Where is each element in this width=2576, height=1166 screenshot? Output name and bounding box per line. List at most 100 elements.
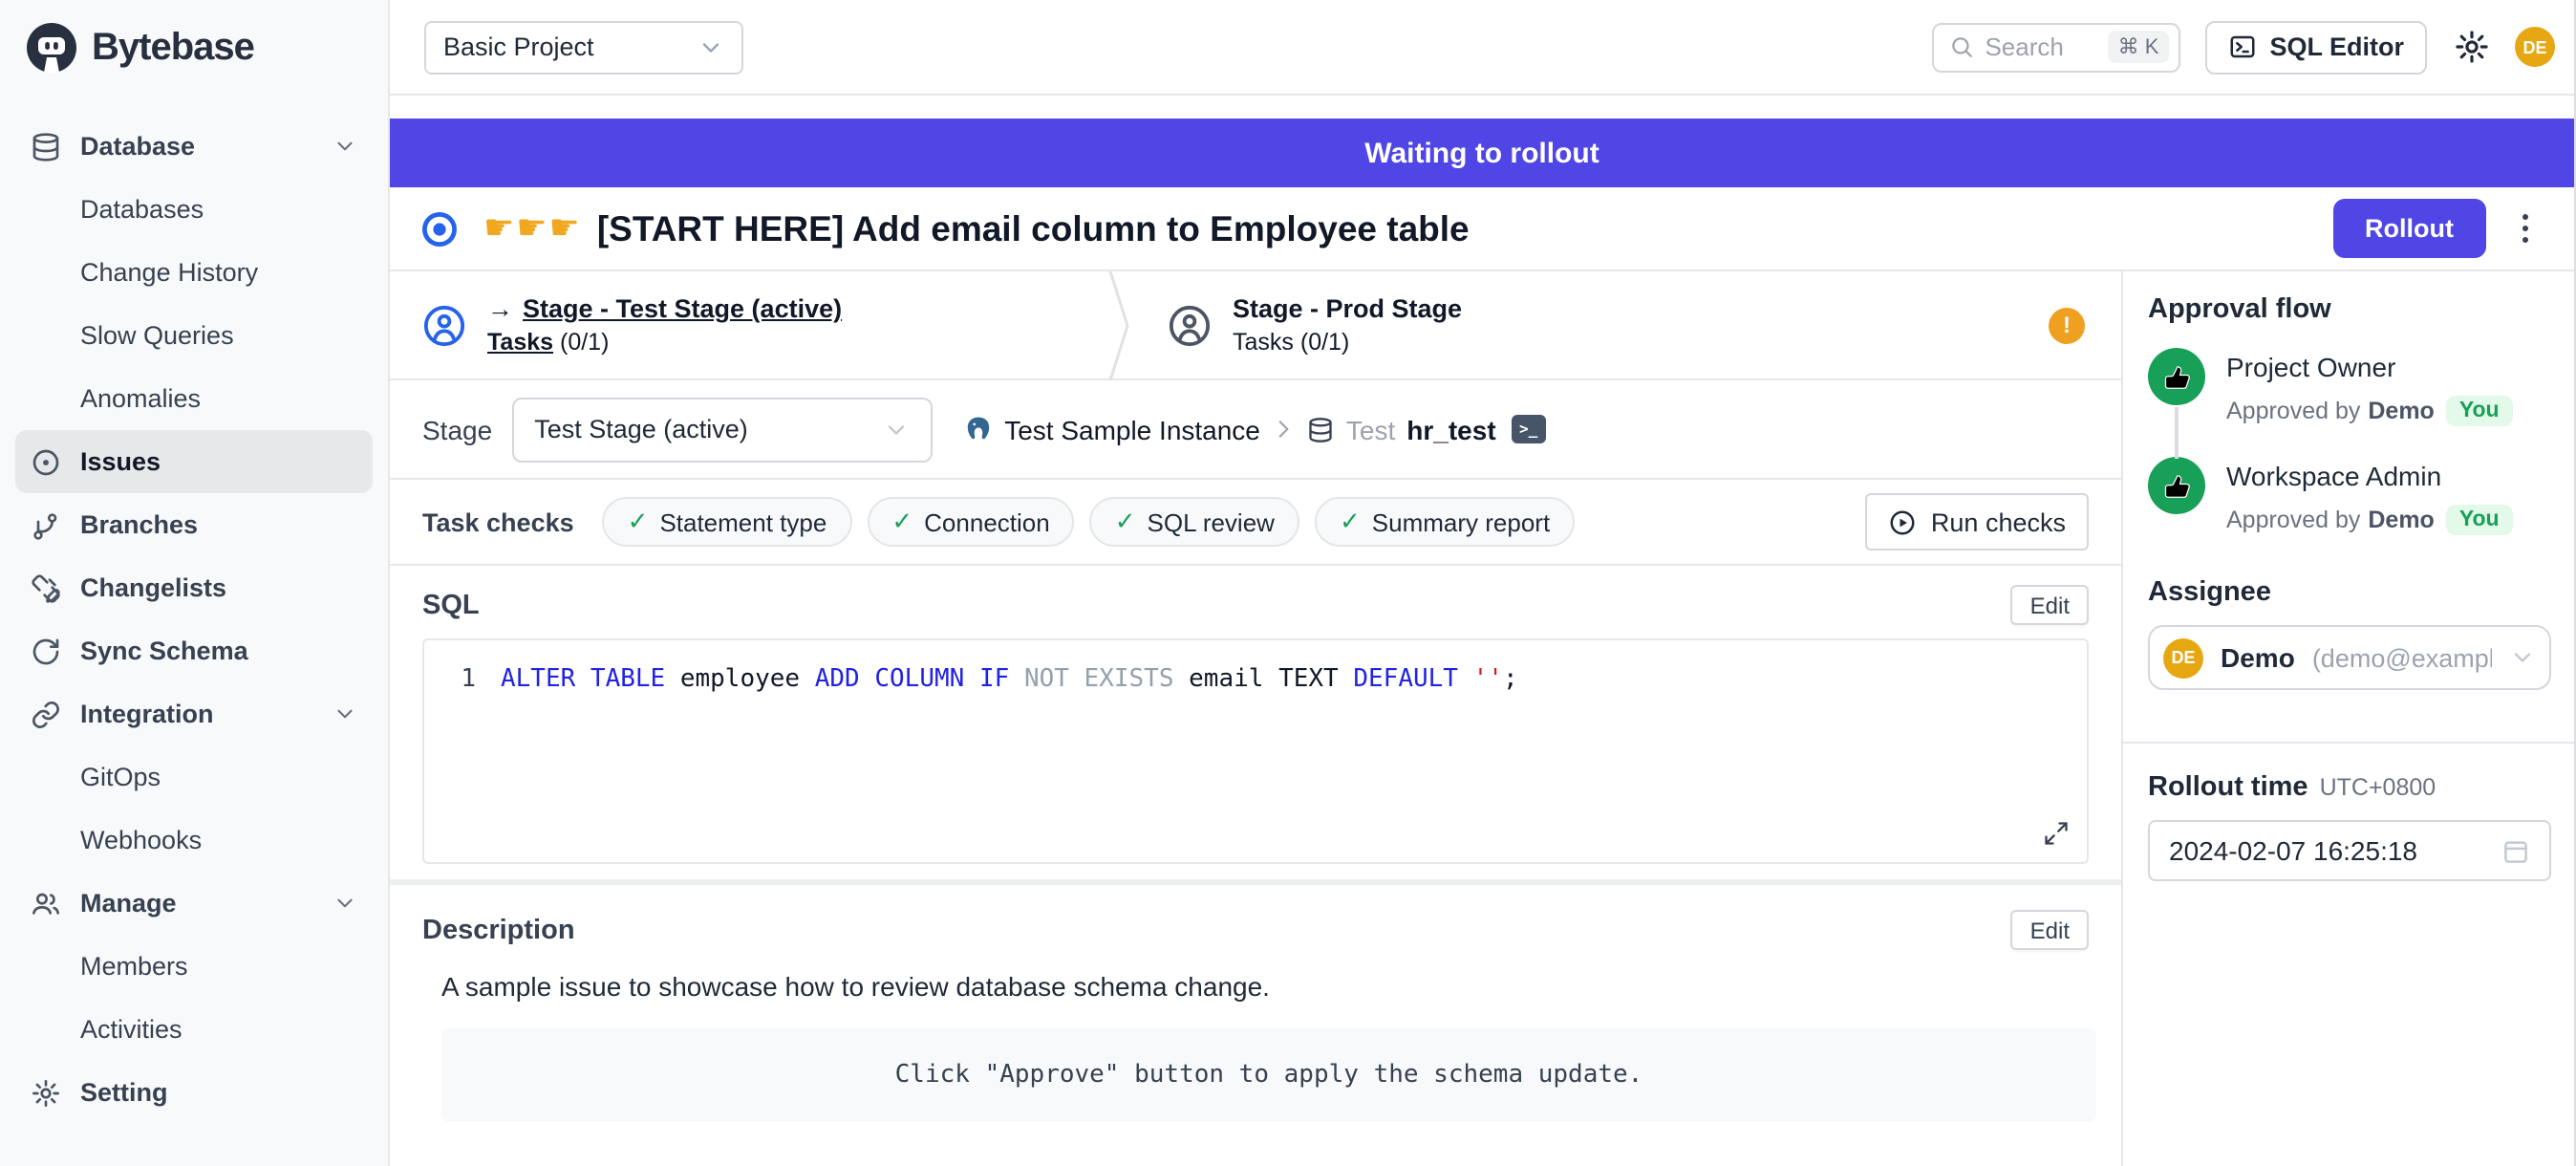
- stage-card-prod[interactable]: Stage - Prod Stage Tasks (0/1) !: [1122, 271, 2121, 378]
- you-badge: You: [2446, 396, 2513, 426]
- kebab-menu-icon[interactable]: [2517, 208, 2534, 248]
- bytebase-logo-icon: [25, 21, 78, 75]
- thumbs-up-icon: [2148, 348, 2205, 405]
- assignee-name: Demo: [2221, 642, 2295, 673]
- stage-select-value: Test Stage (active): [534, 415, 882, 443]
- approval-step-texts: Workspace Admin Approved by Demo You: [2226, 457, 2513, 535]
- issue-title: [START HERE] Add email column to Employe…: [597, 207, 1470, 249]
- play-circle-icon: [1889, 507, 1918, 536]
- sidebar-label: Activities: [80, 1015, 182, 1044]
- check-pill-connection[interactable]: ✓ Connection: [867, 497, 1074, 547]
- settings-gear-icon[interactable]: [2454, 29, 2490, 65]
- sidebar-label: Databases: [80, 195, 204, 224]
- chevron-right-icon: [1272, 417, 1297, 442]
- rollout-button[interactable]: Rollout: [2332, 199, 2486, 258]
- issues-icon: [31, 446, 61, 477]
- sidebar-item-sync-schema[interactable]: Sync Schema: [15, 619, 373, 682]
- description-edit-button[interactable]: Edit: [2011, 910, 2089, 950]
- sidebar-item-change-history[interactable]: Change History: [15, 241, 373, 304]
- sidebar-item-webhooks[interactable]: Webhooks: [15, 809, 373, 872]
- description-text: A sample issue to showcase how to review…: [441, 971, 2089, 1002]
- sidebar-label: Webhooks: [80, 826, 202, 854]
- rollout-time-input[interactable]: 2024-02-07 16:25:18: [2148, 820, 2551, 881]
- description-heading: Description: [422, 915, 575, 945]
- you-badge: You: [2446, 505, 2513, 535]
- sidebar-label: Database: [80, 132, 195, 161]
- sidebar-label: Slow Queries: [80, 321, 234, 350]
- status-banner-text: Waiting to rollout: [1364, 137, 1599, 169]
- instance-name[interactable]: Test Sample Instance: [1004, 414, 1260, 444]
- sidebar-item-setting[interactable]: Setting: [15, 1061, 373, 1124]
- sidebar-item-manage[interactable]: Manage: [15, 872, 373, 935]
- stage-tasks-link[interactable]: Tasks (0/1): [487, 329, 842, 356]
- run-checks-button[interactable]: Run checks: [1866, 493, 2089, 551]
- sidebar-item-issues[interactable]: Issues: [15, 430, 373, 493]
- link-icon: [31, 699, 61, 729]
- active-stage-arrow: →: [487, 294, 513, 323]
- database-icon: [31, 131, 61, 162]
- database-breadcrumb: Test Sample Instance Test hr_test >_: [962, 414, 1545, 444]
- sidebar-item-databases[interactable]: Databases: [15, 178, 373, 241]
- user-avatar[interactable]: DE: [2515, 27, 2555, 67]
- approval-flow-heading: Approval flow: [2148, 294, 2551, 325]
- rollout-time-value: 2024-02-07 16:25:18: [2169, 835, 2501, 866]
- sidebar-item-changelists[interactable]: Changelists: [15, 556, 373, 619]
- stage-select-dropdown[interactable]: Test Stage (active): [511, 397, 932, 462]
- check-pill-sql-review[interactable]: ✓ SQL review: [1090, 497, 1299, 547]
- git-branch-icon: [31, 509, 61, 540]
- rollout-timezone: UTC+0800: [2320, 774, 2436, 801]
- task-checks-label: Task checks: [422, 507, 574, 536]
- sidebar-item-slow-queries[interactable]: Slow Queries: [15, 304, 373, 367]
- chevron-down-icon: [333, 891, 357, 916]
- sidebar-item-anomalies[interactable]: Anomalies: [15, 367, 373, 430]
- chevron-down-icon: [698, 33, 724, 60]
- assignee-select[interactable]: DE Demo (demo@example: [2148, 625, 2551, 690]
- sidebar-item-integration[interactable]: Integration: [15, 682, 373, 745]
- sql-code-block[interactable]: 1 ALTER TABLE employee ADD COLUMN IF NOT…: [422, 638, 2089, 864]
- expand-icon[interactable]: [2043, 820, 2070, 847]
- approval-status: Approved by Demo You: [2226, 505, 2513, 535]
- sidebar: Bytebase Database Databases Change Histo…: [0, 0, 390, 1166]
- chevron-down-icon: [2509, 644, 2536, 671]
- line-number: 1: [424, 665, 501, 694]
- project-selector[interactable]: Basic Project: [424, 20, 743, 74]
- check-pill-summary-report[interactable]: ✓ Summary report: [1315, 497, 1575, 547]
- brand-logo[interactable]: Bytebase: [0, 0, 388, 96]
- description-section-head: Description Edit: [390, 910, 2121, 950]
- sync-refresh-icon: [31, 636, 61, 666]
- sql-edit-button[interactable]: Edit: [2011, 585, 2089, 625]
- search-input[interactable]: Search ⌘ K: [1931, 22, 2179, 72]
- stage-texts: Stage - Prod Stage Tasks (0/1): [1233, 294, 1462, 356]
- issue-body: → Stage - Test Stage (active) Tasks (0/1…: [390, 271, 2574, 1166]
- sidebar-label: Anomalies: [80, 384, 201, 413]
- sidebar-item-members[interactable]: Members: [15, 935, 373, 998]
- sidebar-item-gitops[interactable]: GitOps: [15, 745, 373, 809]
- open-sql-editor-icon[interactable]: >_: [1512, 415, 1546, 443]
- check-pill-statement-type[interactable]: ✓ Statement type: [603, 497, 852, 547]
- sidebar-label: Members: [80, 952, 188, 981]
- approval-steps: Project Owner Approved by Demo You: [2148, 348, 2551, 566]
- database-name[interactable]: hr_test: [1406, 414, 1495, 444]
- thumbs-up-icon: [2148, 457, 2205, 514]
- stage-card-test[interactable]: → Stage - Test Stage (active) Tasks (0/1…: [390, 271, 1122, 378]
- database-icon: [1308, 416, 1335, 443]
- check-mark-icon: ✓: [891, 507, 912, 537]
- search-shortcut-badge: ⌘ K: [2109, 31, 2169, 63]
- issue-status-icon: [419, 207, 461, 249]
- chevron-down-icon: [333, 702, 357, 726]
- sql-code-line: 1 ALTER TABLE employee ADD COLUMN IF NOT…: [424, 640, 2087, 694]
- approval-status: Approved by Demo You: [2226, 396, 2513, 426]
- status-banner: Waiting to rollout: [390, 119, 2574, 187]
- project-selector-value: Basic Project: [443, 32, 594, 61]
- sql-editor-button[interactable]: SQL Editor: [2204, 20, 2427, 74]
- sql-section-head: SQL Edit: [390, 585, 2121, 625]
- sidebar-item-branches[interactable]: Branches: [15, 493, 373, 556]
- approval-step-texts: Project Owner Approved by Demo You: [2226, 348, 2513, 426]
- sidebar-item-activities[interactable]: Activities: [15, 998, 373, 1061]
- stage-name-prod: Stage - Prod Stage: [1233, 294, 1462, 323]
- stage-name-active[interactable]: → Stage - Test Stage (active): [487, 294, 842, 323]
- sidebar-item-database[interactable]: Database: [15, 115, 373, 178]
- right-panel: Approval flow Project Owner Approved by …: [2121, 271, 2574, 1166]
- check-mark-icon: ✓: [1340, 507, 1361, 537]
- gear-icon: [31, 1077, 61, 1108]
